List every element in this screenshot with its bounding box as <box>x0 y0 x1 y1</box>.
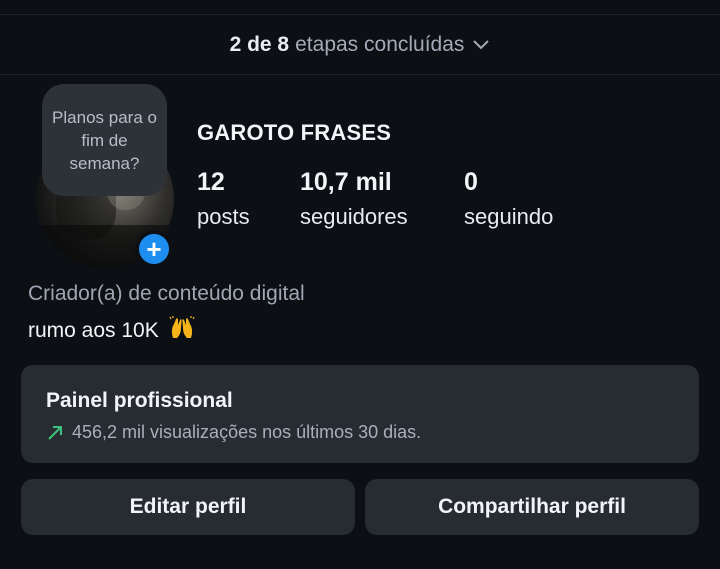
share-profile-label: Compartilhar perfil <box>438 495 626 518</box>
steps-count: 2 de 8 <box>229 32 290 56</box>
professional-dashboard-card[interactable]: Painel profissional 456,2 mil visualizaç… <box>21 365 699 463</box>
followers-count: 10,7 mil <box>300 168 392 196</box>
chevron-down-icon <box>473 39 490 49</box>
add-story-button[interactable]: + <box>135 230 173 268</box>
edit-profile-button[interactable]: Editar perfil <box>21 479 355 535</box>
profile-name: GAROTO FRASES <box>197 120 392 145</box>
note-bubble[interactable]: Planos para o fim de semana? <box>42 84 167 196</box>
following-stat[interactable]: 0 seguindo <box>464 168 553 230</box>
bio-text: rumo aos 10K <box>28 319 159 342</box>
following-label: seguindo <box>464 204 554 229</box>
profile-category: Criador(a) de conteúdo digital <box>28 282 305 305</box>
followers-stat[interactable]: 10,7 mil seguidores <box>300 168 408 230</box>
note-text: Planos para o fim de semana? <box>52 107 157 173</box>
followers-label: seguidores <box>300 204 408 229</box>
edit-profile-label: Editar perfil <box>129 495 247 518</box>
dashboard-stats: 456,2 mil visualizações nos últimos 30 d… <box>46 422 421 443</box>
profile-bio: rumo aos 10K <box>28 316 195 343</box>
share-profile-button[interactable]: Compartilhar perfil <box>365 479 699 535</box>
following-count: 0 <box>464 168 478 196</box>
posts-label: posts <box>197 204 250 229</box>
steps-label: etapas concluídas <box>295 32 465 56</box>
trend-up-arrow-icon <box>48 425 62 440</box>
raising-hands-emoji-icon <box>169 316 195 338</box>
steps-progress-toggle[interactable]: 2 de 8 etapas concluídas <box>0 15 720 75</box>
dashboard-stats-text: 456,2 mil visualizações nos últimos 30 d… <box>72 422 422 442</box>
dashboard-title: Painel profissional <box>46 389 233 412</box>
posts-stat[interactable]: 12 posts <box>197 168 250 230</box>
plus-icon: + <box>139 234 169 264</box>
posts-count: 12 <box>197 168 225 196</box>
